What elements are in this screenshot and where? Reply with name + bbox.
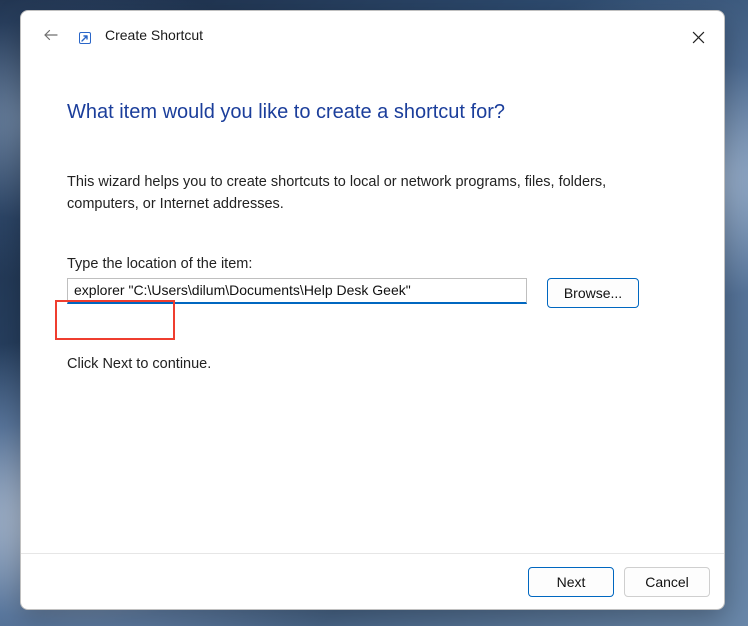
browse-button[interactable]: Browse... bbox=[547, 278, 639, 308]
window-title: Create Shortcut bbox=[105, 27, 203, 43]
page-heading: What item would you like to create a sho… bbox=[67, 101, 678, 124]
cancel-button[interactable]: Cancel bbox=[624, 567, 710, 597]
location-row: Browse... bbox=[67, 278, 678, 308]
location-input[interactable] bbox=[67, 278, 527, 304]
continue-hint: Click Next to continue. bbox=[67, 356, 678, 372]
close-button[interactable] bbox=[678, 23, 718, 51]
dialog-body: What item would you like to create a sho… bbox=[21, 59, 724, 553]
close-icon bbox=[692, 31, 705, 44]
location-label: Type the location of the item: bbox=[67, 256, 678, 272]
back-button[interactable] bbox=[35, 19, 67, 51]
arrow-left-icon bbox=[42, 26, 60, 44]
titlebar: Create Shortcut bbox=[21, 11, 724, 59]
shortcut-icon bbox=[79, 26, 97, 44]
dialog-footer: Next Cancel bbox=[21, 553, 724, 609]
wizard-description: This wizard helps you to create shortcut… bbox=[67, 172, 657, 216]
create-shortcut-dialog: Create Shortcut What item would you like… bbox=[20, 10, 725, 610]
next-button[interactable]: Next bbox=[528, 567, 614, 597]
